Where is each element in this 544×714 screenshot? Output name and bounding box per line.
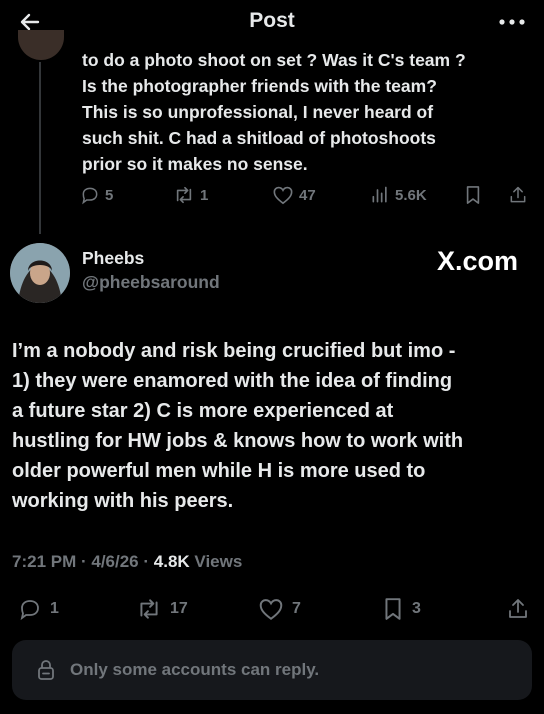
lock-icon xyxy=(38,660,54,680)
author-name[interactable]: Pheebs xyxy=(82,248,144,269)
parent-reply-button[interactable]: 5 xyxy=(80,180,113,210)
parent-like-button[interactable]: 47 xyxy=(272,180,316,210)
heart-icon xyxy=(273,186,293,205)
post-line: 1) they were enamored with the idea of f… xyxy=(12,370,453,392)
parent-repost-button[interactable]: 1 xyxy=(173,180,208,210)
share-icon xyxy=(509,599,527,618)
post-line: a future star 2) C is more experienced a… xyxy=(12,400,394,422)
share-button[interactable] xyxy=(506,592,530,626)
bookmark-icon xyxy=(466,186,480,204)
post-time[interactable]: 7:21 PM xyxy=(12,552,76,571)
post-line: I’m a nobody and risk being crucified bu… xyxy=(12,340,456,362)
post-text: I’m a nobody and risk being crucified bu… xyxy=(12,336,534,516)
page-title: Post xyxy=(249,9,295,32)
reply-restriction-bar: Only some accounts can reply. xyxy=(12,640,532,700)
post-line: older powerful men while H is more used … xyxy=(12,460,426,482)
like-count: 7 xyxy=(292,600,301,617)
like-button[interactable]: 7 xyxy=(258,592,301,626)
post-actions: 1 17 7 3 xyxy=(12,592,534,626)
more-horizontal-icon xyxy=(499,19,525,25)
repost-count: 17 xyxy=(170,600,188,617)
parent-reply-count: 5 xyxy=(105,186,114,204)
parent-bookmark-button[interactable] xyxy=(464,180,482,210)
bookmark-button[interactable]: 3 xyxy=(382,592,421,626)
parent-post-avatar[interactable] xyxy=(18,30,64,60)
parent-share-button[interactable] xyxy=(508,180,528,210)
bookmark-count: 3 xyxy=(412,600,421,617)
meta-separator: · xyxy=(80,552,92,571)
top-bar: Post xyxy=(0,0,544,44)
author-handle[interactable]: @pheebsaround xyxy=(82,272,220,293)
reply-restriction-text: Only some accounts can reply. xyxy=(70,660,320,679)
avatar[interactable] xyxy=(10,243,70,303)
thread-connector-line xyxy=(39,62,41,234)
post-date[interactable]: 4/6/26 xyxy=(91,552,138,571)
reply-count: 1 xyxy=(50,600,59,617)
parent-post-line: to do a photo shoot on set ? Was it C's … xyxy=(82,50,466,70)
post-meta: 7:21 PM · 4/6/26 · 4.8K Views xyxy=(12,552,242,572)
post-views-count: 4.8K xyxy=(153,552,190,571)
parent-like-count: 47 xyxy=(299,186,316,204)
bookmark-icon xyxy=(385,598,401,620)
watermark: X.com xyxy=(436,246,518,276)
repost-button[interactable]: 17 xyxy=(136,592,188,626)
parent-repost-count: 1 xyxy=(200,186,209,204)
parent-post-line: Is the photographer friends with the tea… xyxy=(82,76,437,96)
share-icon xyxy=(510,186,526,203)
reply-icon xyxy=(82,187,98,205)
parent-post-line: such shit. C had a shitload of photoshoo… xyxy=(82,128,436,148)
more-button[interactable] xyxy=(494,6,530,38)
parent-views-button[interactable]: 5.6K xyxy=(370,180,427,210)
reply-icon xyxy=(20,600,39,621)
repost-icon xyxy=(176,186,192,204)
repost-icon xyxy=(140,599,158,619)
reply-button[interactable]: 1 xyxy=(18,592,59,626)
post-views-label: Views xyxy=(194,552,243,571)
analytics-icon xyxy=(372,186,387,203)
meta-separator: · xyxy=(143,552,154,571)
parent-post-line: This is so unprofessional, I never heard… xyxy=(82,102,434,122)
heart-icon xyxy=(259,599,283,620)
parent-post-line: prior so it makes no sense. xyxy=(82,154,308,174)
post-line: working with his peers. xyxy=(12,490,234,512)
parent-post-actions: 5 1 47 5.6K xyxy=(80,180,532,210)
parent-post-text: to do a photo shoot on set ? Was it C's … xyxy=(82,47,532,177)
post-line: hustling for HW jobs & knows how to work… xyxy=(12,430,464,452)
parent-view-count: 5.6K xyxy=(395,186,427,204)
avatar-image xyxy=(10,243,70,303)
